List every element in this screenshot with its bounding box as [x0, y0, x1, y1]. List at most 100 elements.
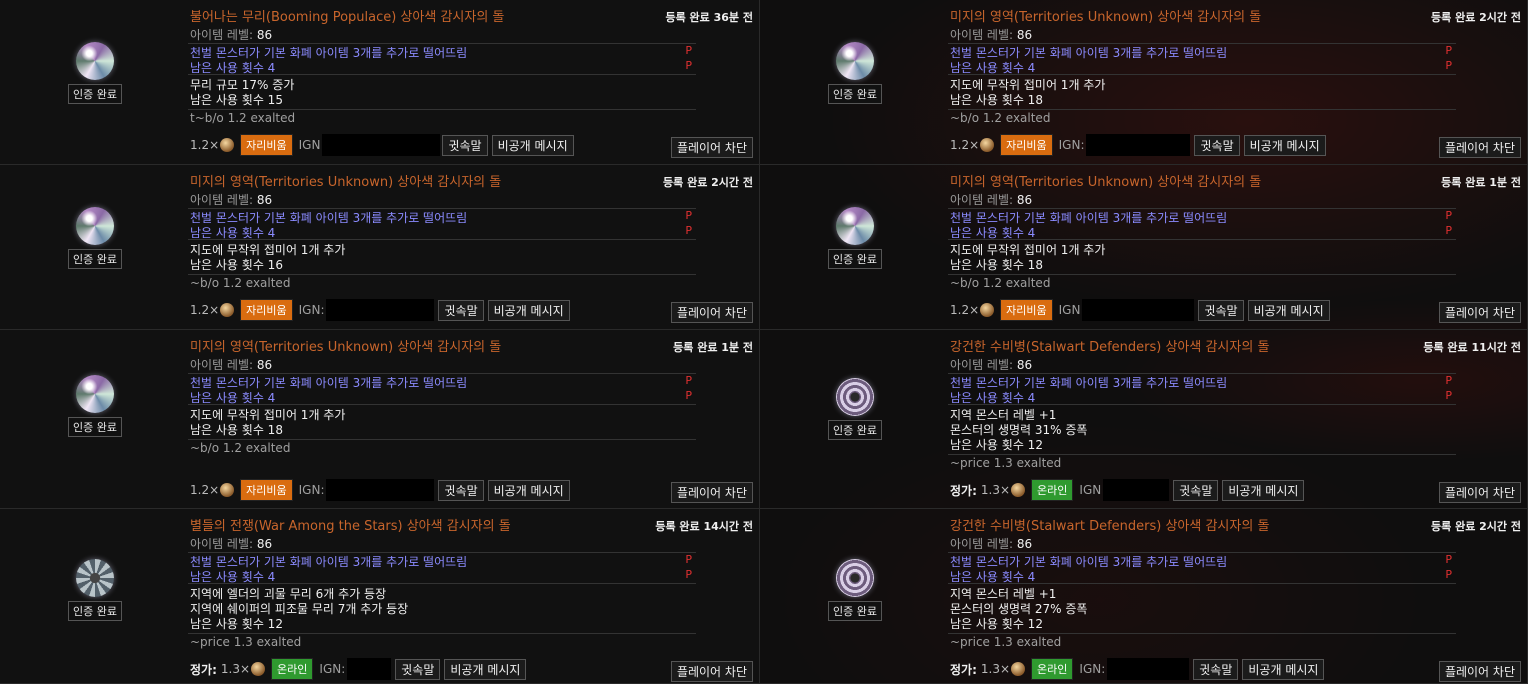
block-player-button[interactable]: 플레이어 차단 [670, 661, 753, 682]
listing-card: 인증 완료 미지의 영역(Territories Unknown) 상아색 감시… [760, 165, 1528, 330]
item-icon-container: 인증 완료 [820, 207, 890, 269]
block-player-button[interactable]: 플레이어 차단 [1438, 482, 1521, 503]
item-level-value: 86 [256, 193, 273, 207]
implicit-mods: 천벌 몬스터가 기본 화폐 아이템 3개를 추가로 떨어뜨림 P 남은 사용 횟수… [188, 552, 696, 584]
ign-label: IGN [298, 138, 321, 152]
listed-time: 등록 완료 36분 전 [665, 11, 753, 24]
item-title[interactable]: 미지의 영역(Territories Unknown) 상아색 감시자의 돌 [190, 336, 501, 355]
implicit-mod: 남은 사용 횟수 4 P [948, 224, 1456, 240]
private-message-button[interactable]: 비공개 메시지 [491, 134, 574, 156]
item-title[interactable]: 강건한 수비병(Stalwart Defenders) 상아색 감시자의 돌 [950, 336, 1269, 355]
ign-label: IGN: [319, 662, 346, 676]
seller-note: ~b/o 1.2 exalted [950, 111, 1051, 125]
private-message-button[interactable]: 비공개 메시지 [444, 658, 527, 680]
whisper-button[interactable]: 귓속말 [438, 479, 484, 501]
watchstone-icon [76, 42, 114, 80]
implicit-mod-text: 천벌 몬스터가 기본 화폐 아이템 3개를 추가로 떨어뜨림 [950, 376, 1228, 390]
private-message-button[interactable]: 비공개 메시지 [487, 479, 570, 501]
explicit-mods: 지도에 무작위 접미어 1개 추가 남은 사용 횟수 18 [950, 243, 1105, 273]
divider [188, 633, 696, 634]
ign-label: IGN: [298, 303, 325, 317]
pseudo-mark: P [685, 44, 692, 57]
status-badge: 온라인 [1031, 479, 1074, 501]
whisper-button[interactable]: 귓속말 [442, 134, 488, 156]
item-icon-container: 인증 완료 [60, 207, 130, 269]
block-player-button[interactable]: 플레이어 차단 [670, 482, 753, 503]
block-player-button[interactable]: 플레이어 차단 [1438, 661, 1521, 682]
status-badge: 자리비움 [240, 479, 293, 501]
verified-badge: 인증 완료 [828, 249, 882, 269]
exalted-orb-icon [980, 138, 995, 152]
whisper-button[interactable]: 귓속말 [1194, 134, 1240, 156]
divider [948, 274, 1456, 275]
price-label: 정가: [190, 662, 217, 677]
divider [188, 439, 696, 440]
price-value: 1.2× [950, 138, 980, 152]
ign-label: IGN [1058, 303, 1081, 317]
implicit-mods: 천벌 몬스터가 기본 화폐 아이템 3개를 추가로 떨어뜨림 P 남은 사용 횟수… [188, 43, 696, 75]
item-level: 아이템 레벨: 86 [950, 356, 1032, 373]
item-title[interactable]: 불어나는 무리(Booming Populace) 상아색 감시자의 돌 [190, 6, 504, 25]
block-player-button[interactable]: 플레이어 차단 [670, 302, 753, 323]
pseudo-mark: P [1445, 389, 1452, 402]
private-message-button[interactable]: 비공개 메시지 [1247, 299, 1330, 321]
item-icon-container: 인증 완료 [60, 559, 130, 621]
whisper-button[interactable]: 귓속말 [1198, 299, 1244, 321]
item-title[interactable]: 별들의 전쟁(War Among the Stars) 상아색 감시자의 돌 [190, 515, 511, 534]
private-message-button[interactable]: 비공개 메시지 [1243, 134, 1326, 156]
watchstone-icon [836, 42, 874, 80]
item-level-label: 아이템 레벨: [950, 537, 1014, 551]
item-level: 아이템 레벨: 86 [950, 191, 1032, 208]
item-title[interactable]: 미지의 영역(Territories Unknown) 상아색 감시자의 돌 [950, 171, 1261, 190]
verified-badge: 인증 완료 [68, 417, 122, 437]
ign-redacted [1107, 658, 1190, 680]
implicit-mods: 천벌 몬스터가 기본 화폐 아이템 3개를 추가로 떨어뜨림 P 남은 사용 횟수… [188, 373, 696, 405]
item-level-value: 86 [256, 358, 273, 372]
price-label: 정가: [950, 483, 977, 498]
block-player-button[interactable]: 플레이어 차단 [670, 137, 753, 158]
item-title[interactable]: 강건한 수비병(Stalwart Defenders) 상아색 감시자의 돌 [950, 515, 1269, 534]
seller-note: ~b/o 1.2 exalted [190, 441, 291, 455]
price-value: 1.2× [190, 303, 220, 317]
pseudo-mark: P [685, 568, 692, 581]
price-value: 1.3× [220, 662, 251, 676]
block-player-button[interactable]: 플레이어 차단 [1438, 302, 1521, 323]
item-level-value: 86 [256, 537, 273, 551]
listing-card: 인증 완료 별들의 전쟁(War Among the Stars) 상아색 감시… [0, 509, 760, 684]
implicit-mod: 천벌 몬스터가 기본 화폐 아이템 3개를 추가로 떨어뜨림 P [948, 44, 1456, 60]
verified-badge: 인증 완료 [828, 420, 882, 440]
listing-actions: 1.2× 자리비움 IGN 귓속말 비공개 메시지 [950, 299, 1330, 321]
whisper-button[interactable]: 귓속말 [1173, 479, 1219, 501]
listing-card: 인증 완료 미지의 영역(Territories Unknown) 상아색 감시… [760, 0, 1528, 165]
watchstone-icon [76, 375, 114, 413]
item-level-label: 아이템 레벨: [950, 28, 1014, 42]
item-title[interactable]: 미지의 영역(Territories Unknown) 상아색 감시자의 돌 [190, 171, 501, 190]
implicit-mod: 남은 사용 횟수 4 P [188, 568, 696, 584]
pseudo-mark: P [1445, 59, 1452, 72]
private-message-button[interactable]: 비공개 메시지 [1242, 658, 1325, 680]
divider [948, 454, 1456, 455]
exalted-orb-icon [1011, 662, 1026, 676]
implicit-mod: 천벌 몬스터가 기본 화폐 아이템 3개를 추가로 떨어뜨림 P [188, 553, 696, 569]
private-message-button[interactable]: 비공개 메시지 [1222, 479, 1305, 501]
pseudo-mark: P [685, 389, 692, 402]
whisper-button[interactable]: 귓속말 [1193, 658, 1239, 680]
implicit-mod-text: 천벌 몬스터가 기본 화폐 아이템 3개를 추가로 떨어뜨림 [190, 211, 468, 225]
item-icon-container: 인증 완료 [60, 375, 130, 437]
pseudo-mark: P [685, 374, 692, 387]
implicit-mod: 천벌 몬스터가 기본 화폐 아이템 3개를 추가로 떨어뜨림 P [188, 44, 696, 60]
explicit-mod: 지역에 쉐이퍼의 피조물 무리 7개 추가 등장 [190, 602, 409, 616]
whisper-button[interactable]: 귓속말 [395, 658, 441, 680]
implicit-mod: 천벌 몬스터가 기본 화폐 아이템 3개를 추가로 떨어뜨림 P [188, 374, 696, 390]
whisper-button[interactable]: 귓속말 [438, 299, 484, 321]
watchstone-icon [836, 559, 874, 597]
verified-badge: 인증 완료 [828, 601, 882, 621]
block-player-button[interactable]: 플레이어 차단 [1438, 137, 1521, 158]
private-message-button[interactable]: 비공개 메시지 [487, 299, 570, 321]
explicit-mod: 남은 사용 횟수 18 [950, 258, 1043, 272]
implicit-mod-text: 천벌 몬스터가 기본 화폐 아이템 3개를 추가로 떨어뜨림 [190, 555, 468, 569]
ign-redacted [347, 658, 392, 680]
exalted-orb-icon [220, 303, 235, 317]
price-value: 1.2× [190, 483, 220, 497]
item-title[interactable]: 미지의 영역(Territories Unknown) 상아색 감시자의 돌 [950, 6, 1261, 25]
